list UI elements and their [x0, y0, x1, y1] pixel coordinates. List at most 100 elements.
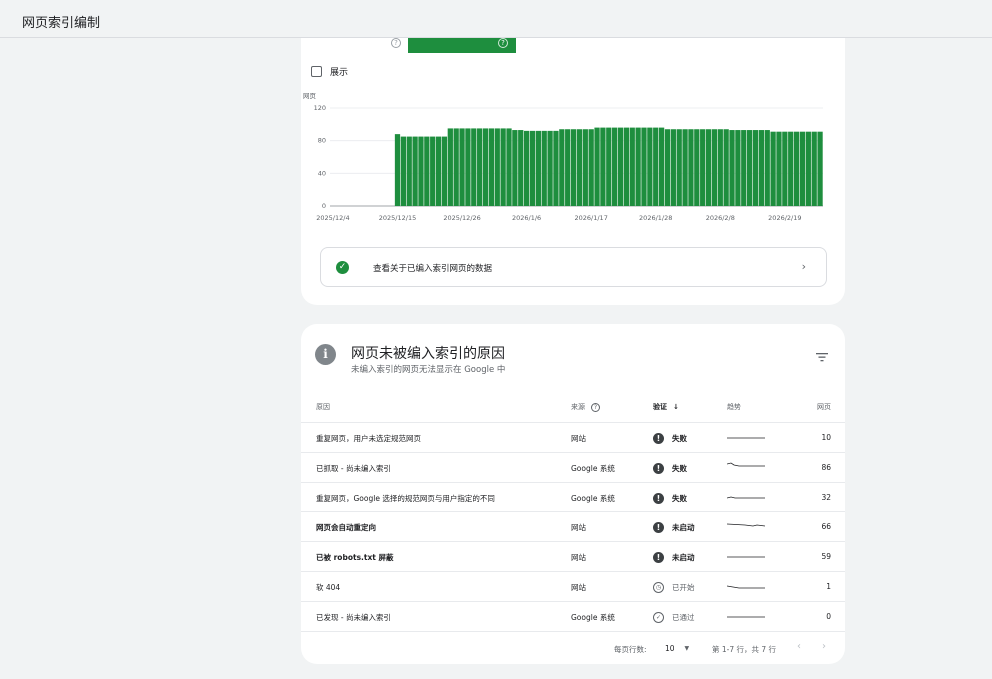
- chart-bar[interactable]: [576, 129, 583, 206]
- chart-bar[interactable]: [465, 128, 471, 206]
- chart-bar[interactable]: [512, 130, 518, 206]
- chart-bar[interactable]: [788, 131, 794, 206]
- chart-bar[interactable]: [670, 129, 676, 206]
- chart-bar[interactable]: [676, 129, 682, 206]
- table-row[interactable]: 已被 robots.txt 屏蔽 网站! 未启动 59: [301, 541, 845, 571]
- chart-bar[interactable]: [617, 127, 624, 206]
- chart-bar[interactable]: [658, 127, 665, 206]
- chart-bar[interactable]: [482, 128, 489, 206]
- chart-bar[interactable]: [629, 127, 635, 206]
- table-row[interactable]: 网页会自动重定向 网站! 未启动 66: [301, 511, 845, 541]
- table-row[interactable]: 重复网页，Google 选择的规范网页与用户指定的不同 Google 系统! 失败 3…: [301, 481, 845, 512]
- chart-bar[interactable]: [729, 130, 735, 206]
- chart-bar[interactable]: [653, 127, 659, 206]
- help-circle-icon[interactable]: ?: [391, 38, 401, 48]
- chart-bar[interactable]: [523, 130, 530, 206]
- chart-bar[interactable]: [447, 128, 453, 206]
- indexed-data-link[interactable]: ✓ 查看关于已编入索引网页的数据 ›: [320, 247, 827, 287]
- chart-bar[interactable]: [664, 129, 671, 206]
- chart-bar[interactable]: [752, 130, 759, 206]
- table-row[interactable]: 已发现 - 尚未编入索引 Google 系统 ✓ 已通过 0: [301, 600, 845, 631]
- chart-bar[interactable]: [764, 130, 770, 206]
- chart-bar[interactable]: [582, 129, 588, 206]
- chart-bar[interactable]: [741, 130, 747, 206]
- col-pages[interactable]: 网页: [817, 402, 831, 412]
- chart-bar[interactable]: [559, 129, 565, 206]
- help-circle-icon[interactable]: ?: [498, 38, 508, 48]
- chart-bar[interactable]: [553, 130, 559, 206]
- chart-bar[interactable]: [412, 136, 418, 206]
- chart-bar[interactable]: [441, 136, 448, 206]
- chart-bar[interactable]: [735, 130, 741, 206]
- filter-icon[interactable]: [816, 352, 828, 362]
- chart-bar[interactable]: [518, 130, 524, 206]
- chart-bar[interactable]: [594, 127, 600, 206]
- chart-bar[interactable]: [570, 129, 577, 206]
- rows-per-page-select[interactable]: 10 ▼: [665, 644, 689, 653]
- row-reason: 软 404: [316, 583, 341, 592]
- chart-bar[interactable]: [635, 127, 641, 206]
- chart-bar[interactable]: [811, 131, 817, 206]
- chart-bar[interactable]: [588, 129, 594, 206]
- chart-bar[interactable]: [747, 130, 753, 206]
- chart-bar[interactable]: [694, 129, 700, 206]
- chart-bar[interactable]: [805, 131, 811, 206]
- chart-bar[interactable]: [477, 128, 483, 206]
- chart-bar[interactable]: [506, 128, 512, 206]
- chart-bar[interactable]: [600, 127, 606, 206]
- chart-bar[interactable]: [494, 128, 500, 206]
- chart-bar[interactable]: [418, 136, 424, 206]
- chart-bar[interactable]: [705, 129, 712, 206]
- chart-bar[interactable]: [435, 136, 442, 206]
- chart-bar[interactable]: [723, 129, 729, 206]
- chart-bar[interactable]: [647, 127, 653, 206]
- chart-bar[interactable]: [606, 127, 612, 206]
- chart-bar[interactable]: [688, 129, 694, 206]
- chart-bar[interactable]: [529, 130, 536, 206]
- not-indexed-reasons-card: i 网页未被编入索引的原因 未编入索引的网页无法显示在 Google 中 原因 …: [301, 324, 845, 664]
- chart-bar[interactable]: [547, 130, 553, 206]
- chart-bar[interactable]: [453, 128, 459, 206]
- chart-bar[interactable]: [500, 128, 506, 206]
- chart-bar[interactable]: [424, 136, 430, 206]
- chart-bar[interactable]: [682, 129, 688, 206]
- row-source: 网站: [571, 523, 586, 533]
- next-page-button[interactable]: ›: [822, 641, 826, 652]
- chart-bar[interactable]: [430, 136, 436, 206]
- prev-page-button[interactable]: ‹: [797, 641, 801, 652]
- chart-bar[interactable]: [641, 127, 647, 206]
- chart-bar[interactable]: [623, 127, 630, 206]
- chart-bar[interactable]: [535, 130, 541, 206]
- chart-bar[interactable]: [612, 127, 618, 206]
- chart-bar[interactable]: [776, 131, 782, 206]
- col-reason[interactable]: 原因: [316, 402, 330, 412]
- chart-bar[interactable]: [717, 129, 723, 206]
- chart-bar[interactable]: [406, 136, 412, 206]
- chart-bar[interactable]: [400, 136, 406, 206]
- chart-bar[interactable]: [799, 131, 806, 206]
- chart-bar[interactable]: [770, 131, 776, 206]
- chart-bar[interactable]: [394, 134, 401, 206]
- chart-bar[interactable]: [541, 130, 547, 206]
- tab-indexed[interactable]: ?: [408, 38, 516, 53]
- chart-bar[interactable]: [471, 128, 477, 206]
- chart-bar[interactable]: [565, 129, 571, 206]
- chart-bar[interactable]: [700, 129, 706, 206]
- col-verify[interactable]: 验证 ↓: [653, 402, 679, 412]
- show-toggle[interactable]: 展示: [311, 64, 348, 78]
- error-icon: !: [653, 552, 664, 564]
- chart-bar[interactable]: [488, 128, 495, 206]
- tab-not-indexed[interactable]: ?: [301, 38, 408, 53]
- chart-bar[interactable]: [711, 129, 718, 206]
- col-source[interactable]: 来源 ?: [571, 402, 600, 412]
- help-circle-icon[interactable]: ?: [591, 402, 600, 412]
- chart-bar[interactable]: [817, 131, 823, 206]
- table-row[interactable]: 已抓取 - 尚未编入索引 Google 系统! 失败 86: [301, 451, 845, 482]
- show-checkbox[interactable]: [311, 65, 322, 77]
- chart-bar[interactable]: [758, 130, 765, 206]
- table-row[interactable]: 重复网页，用户未选定规范网页 网站! 失败 10: [301, 422, 845, 452]
- table-row[interactable]: 软 404 网站 ◷ 已开始 1: [301, 571, 845, 601]
- chart-bar[interactable]: [459, 128, 465, 206]
- chart-bar[interactable]: [782, 131, 788, 206]
- chart-bar[interactable]: [793, 131, 800, 206]
